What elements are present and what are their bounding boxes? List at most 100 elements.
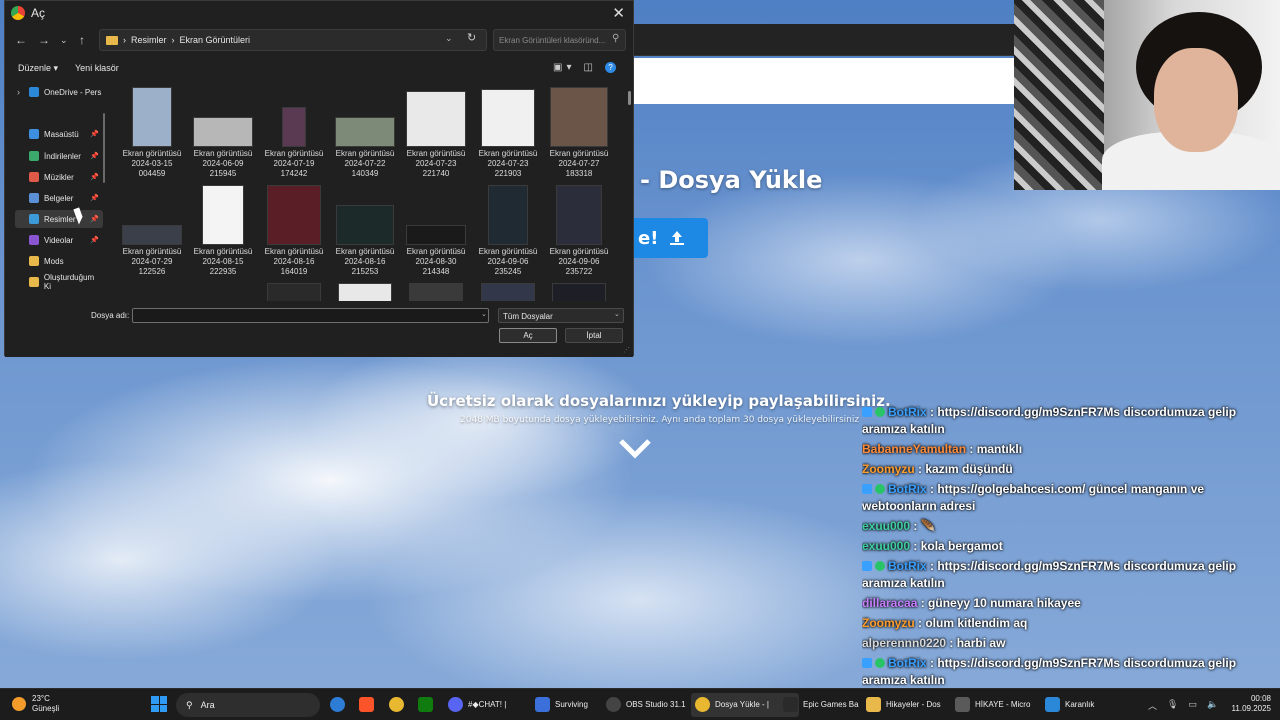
tray-overflow-chevron-icon[interactable]: ︿: [1148, 699, 1157, 712]
file-item[interactable]: Ekran görüntüsü 2024-06-09 215945: [188, 85, 258, 181]
breadcrumb-item-pictures[interactable]: Resimler: [131, 35, 167, 45]
sidebar-item-label: Müzikler: [44, 172, 74, 182]
address-bar[interactable]: › Resimler › Ekran Görüntüleri: [99, 29, 487, 51]
file-thumbnail-partial[interactable]: [267, 283, 321, 301]
file-item[interactable]: Ekran görüntüsü 2024-07-29 122526: [117, 183, 187, 279]
taskbar-epic-icon[interactable]: [783, 697, 798, 712]
breadcrumb-item-screenshots[interactable]: Ekran Görüntüleri: [180, 35, 251, 45]
chat-username: BotRix: [888, 559, 927, 573]
sidebar-item[interactable]: › OneDrive - Pers: [15, 83, 103, 101]
navigation-pane-scrollbar[interactable]: [103, 113, 105, 183]
file-name-line: 2024-09-06: [487, 257, 529, 266]
file-name-line: 140349: [351, 169, 379, 178]
taskbar-folder-icon[interactable]: [866, 697, 881, 712]
file-item[interactable]: Ekran görüntüsü 2024-03-15 004459: [117, 85, 187, 181]
file-item[interactable]: Ekran görüntüsü 2024-08-16 215253: [330, 183, 400, 279]
taskbar-notepad-icon[interactable]: [1045, 697, 1060, 712]
navigation-row: ← → ⌄ ↑ › Resimler › Ekran Görüntüleri ⌄…: [5, 29, 633, 53]
sidebar-item[interactable]: Videolar 📌: [15, 231, 103, 249]
sidebar-item[interactable]: Müzikler 📌: [15, 168, 103, 186]
preview-pane-icon[interactable]: ◫: [583, 62, 592, 73]
recent-locations-chevron-icon[interactable]: ⌄: [60, 35, 68, 46]
back-arrow-icon[interactable]: ←: [15, 33, 27, 47]
forward-arrow-icon[interactable]: →: [38, 33, 50, 47]
verified-badge-icon: [875, 407, 885, 417]
expand-chevron-icon[interactable]: ›: [17, 87, 20, 97]
taskbar-chrome-icon[interactable]: [389, 697, 404, 712]
start-button-windows-icon[interactable]: [151, 696, 167, 712]
file-item[interactable]: Ekran görüntüsü 2024-07-23 221903: [473, 85, 543, 181]
pin-icon: 📌: [90, 216, 99, 223]
open-button[interactable]: Aç: [499, 328, 557, 343]
file-item[interactable]: Ekran görüntüsü 2024-07-27 183318: [544, 85, 614, 181]
chat-message: BotRix : https://golgebahcesi.com/ günce…: [862, 482, 1205, 513]
taskbar-app-icon[interactable]: [955, 697, 970, 712]
clock-time: 00:08: [1250, 694, 1271, 703]
sidebar-item[interactable]: Resimler 📌: [15, 210, 103, 228]
upload-button[interactable]: e!: [634, 218, 708, 258]
resize-grip-icon[interactable]: ⋰: [623, 346, 630, 354]
sidebar-item[interactable]: Masaüstü 📌: [15, 125, 103, 143]
microphone-icon[interactable]: 🎙: [1167, 699, 1178, 712]
organize-button[interactable]: Düzenle ▾: [18, 63, 58, 74]
taskbar-brave-icon[interactable]: [359, 697, 374, 712]
file-item[interactable]: Ekran görüntüsü 2024-08-16 164019: [259, 183, 329, 279]
filename-history-chevron-icon[interactable]: ⌄: [481, 310, 487, 318]
cancel-button[interactable]: İptal: [565, 328, 623, 343]
file-item[interactable]: Ekran görüntüsü 2024-09-06 235245: [473, 183, 543, 279]
refresh-icon[interactable]: ↻: [467, 31, 476, 44]
file-name-line: 221903: [494, 169, 522, 178]
scroll-down-chevron-icon[interactable]: [618, 438, 652, 460]
filename-input[interactable]: [132, 308, 489, 323]
file-thumbnail: [481, 89, 535, 147]
taskbar-obs-icon[interactable]: [606, 697, 621, 712]
file-item[interactable]: Ekran görüntüsü 2024-08-15 222935: [188, 183, 258, 279]
taskbar-vscode-icon[interactable]: [535, 697, 550, 712]
file-thumbnail-partial[interactable]: [338, 283, 392, 301]
file-thumbnail-partial[interactable]: [481, 283, 535, 301]
system-clock[interactable]: 00:08 11.09.2025: [1227, 694, 1271, 714]
file-thumbnail-partial[interactable]: [552, 283, 606, 301]
taskbar-chrome-icon[interactable]: [695, 697, 710, 712]
file-name-line: 2024-07-23: [487, 159, 529, 168]
weather-widget[interactable]: 23°C Güneşli: [12, 694, 59, 714]
file-item[interactable]: Ekran görüntüsü 2024-07-22 140349: [330, 85, 400, 181]
file-name: Ekran görüntüsü 2024-07-22 140349: [330, 149, 400, 179]
taskbar-edge-icon[interactable]: [330, 697, 345, 712]
file-open-dialog: Aç ✕ ← → ⌄ ↑ › Resimler › Ekran Görüntül…: [4, 0, 634, 357]
sidebar-item[interactable]: İndirilenler 📌: [15, 147, 103, 165]
taskbar-discord-icon[interactable]: [448, 697, 463, 712]
file-name-line: 2024-07-27: [558, 159, 600, 168]
pin-icon: 📌: [90, 153, 99, 160]
view-mode-icon[interactable]: ▣: [553, 62, 562, 73]
breadcrumb-sep: ›: [123, 35, 126, 45]
file-name-line: 174242: [280, 169, 308, 178]
file-thumbnail-partial[interactable]: [409, 283, 463, 301]
file-item[interactable]: Ekran görüntüsü 2024-09-06 235722: [544, 183, 614, 279]
up-arrow-icon[interactable]: ↑: [79, 33, 85, 47]
network-icon[interactable]: ▭: [1188, 699, 1197, 712]
close-icon[interactable]: ✕: [612, 4, 625, 22]
search-input[interactable]: Ekran Görüntüleri klasöründ...: [493, 29, 626, 51]
sidebar-item[interactable]: Oluşturduğum Ki: [15, 273, 103, 291]
sidebar-item[interactable]: Mods: [15, 252, 103, 270]
address-dropdown-chevron-icon[interactable]: ⌄: [445, 33, 453, 44]
filetype-chevron-icon[interactable]: ⌄: [614, 310, 620, 318]
dialog-titlebar[interactable]: Aç: [5, 1, 633, 25]
taskbar-search[interactable]: ⚲ Ara: [176, 693, 320, 717]
webcam-wall-posters: [1014, 0, 1104, 190]
file-grid-scrollbar[interactable]: [628, 91, 631, 105]
volume-icon[interactable]: 🔈: [1207, 699, 1218, 712]
view-mode-chevron-icon[interactable]: ▾: [566, 62, 571, 73]
file-item[interactable]: Ekran görüntüsü 2024-07-19 174242: [259, 85, 329, 181]
filetype-select[interactable]: Tüm Dosyalar: [498, 308, 624, 323]
file-item[interactable]: Ekran görüntüsü 2024-08-30 214348: [401, 183, 471, 279]
sidebar-item[interactable]: Belgeler 📌: [15, 189, 103, 207]
taskbar-xbox-icon[interactable]: [418, 697, 433, 712]
file-item[interactable]: Ekran görüntüsü 2024-07-23 221740: [401, 85, 471, 181]
help-icon[interactable]: ?: [604, 62, 616, 73]
view-controls: ▣ ▾ ◫ ?: [553, 62, 616, 73]
chat-text: kola bergamot: [920, 539, 1003, 553]
file-name: Ekran görüntüsü 2024-07-27 183318: [544, 149, 614, 179]
new-folder-button[interactable]: Yeni klasör: [75, 63, 119, 73]
